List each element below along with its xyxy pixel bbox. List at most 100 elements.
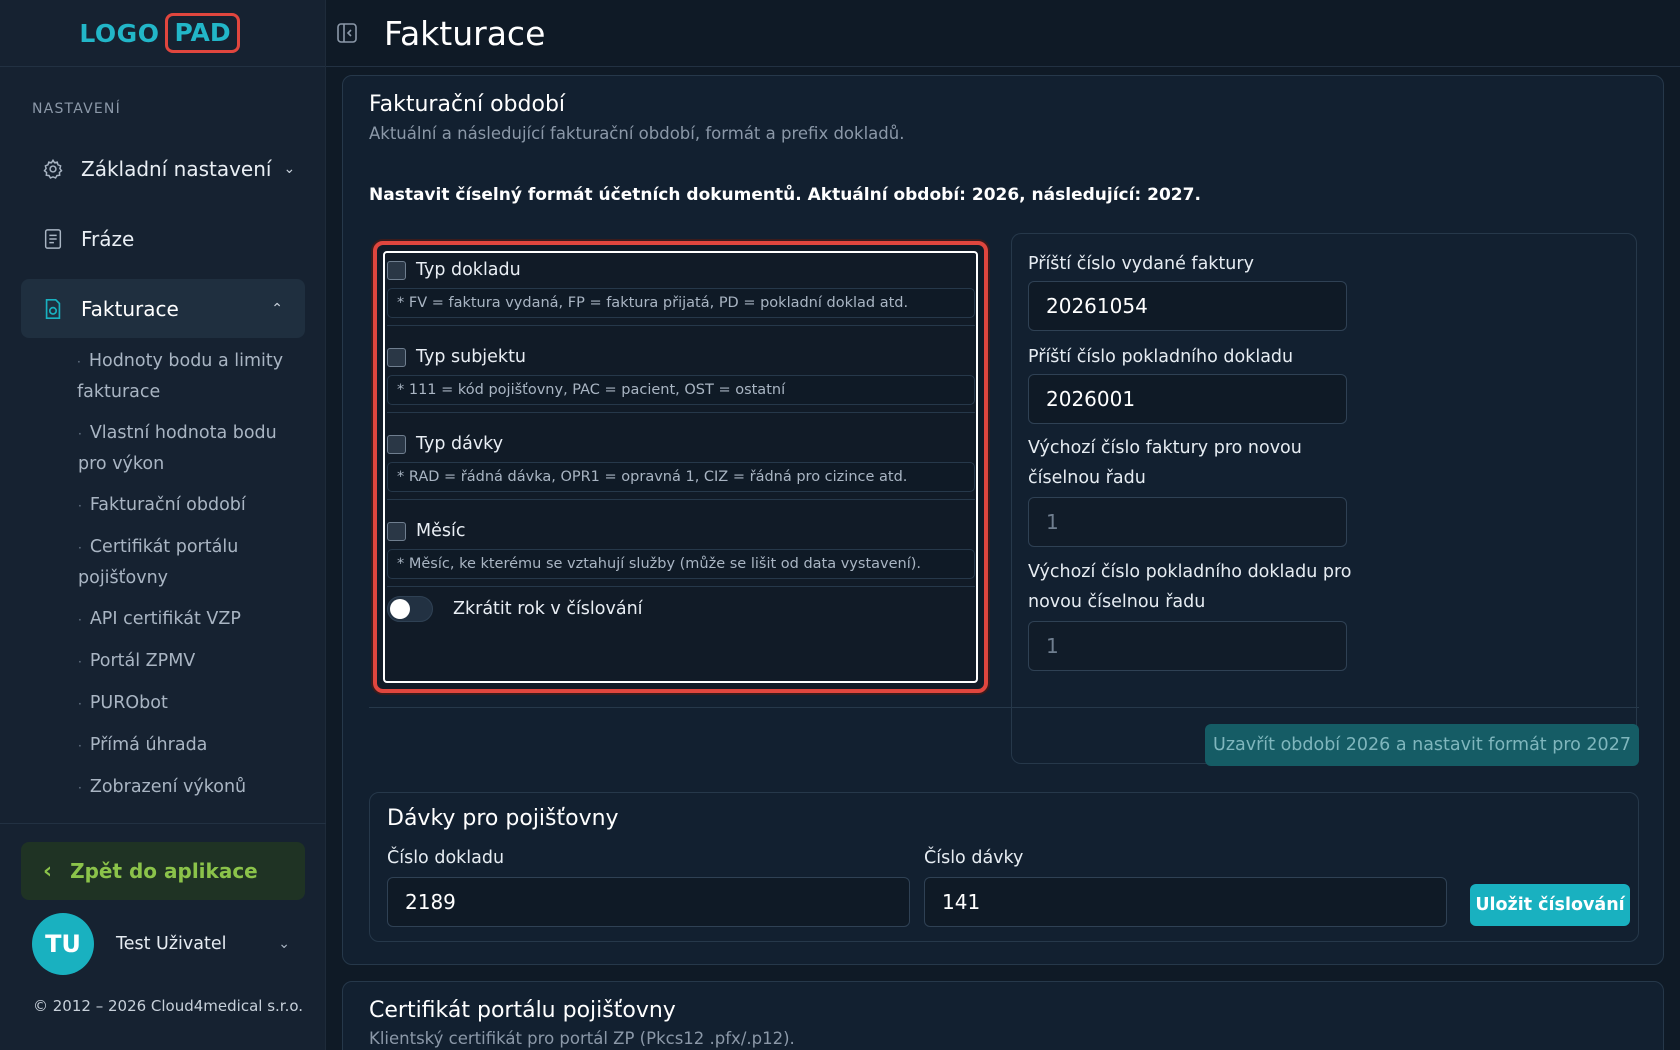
checkbox-batch-type[interactable] [387,434,406,454]
sidebar-divider [0,823,326,824]
sidebar-item-phrases[interactable]: Fráze [21,209,305,268]
option-hint: * 111 = kód pojišťovny, PAC = pacient, O… [387,375,975,405]
sidebar-subitem-procedures-display[interactable]: · Zobrazení výkonů [78,772,308,803]
doc-number-label: Číslo dokladu [387,848,505,868]
option-label: Typ subjektu [416,347,527,367]
shorten-year-toggle[interactable] [387,596,433,622]
option-hint: * RAD = řádná dávka, OPR1 = opravná 1, C… [387,462,975,492]
option-doc-type: Typ dokladu * FV = faktura vydaná, FP = … [387,256,975,318]
next-invoice-label: Příští číslo vydané faktury [1028,254,1254,274]
option-month: Měsíc * Měsíc, ke kterému se vztahují sl… [387,517,975,579]
collapse-sidebar-icon[interactable] [336,22,358,44]
invoice-icon [41,297,65,321]
next-receipt-label: Příští číslo pokladního dokladu [1028,347,1294,367]
batch-number-input[interactable]: 141 [924,877,1447,927]
sidebar-item-basic-settings[interactable]: Základní nastavení ⌄ [21,139,305,198]
insurance-batches-panel: Dávky pro pojišťovny Číslo dokladu 2189 … [369,792,1639,942]
format-options-panel: Typ dokladu * FV = faktura vydaná, FP = … [373,241,988,693]
subitem-label: API certifikát VZP [89,609,241,629]
chevron-down-icon: ⌄ [283,160,296,177]
option-label: Typ dokladu [416,260,521,280]
chevron-up-icon: ⌃ [271,300,283,317]
toggle-label: Zkrátit rok v číslování [453,599,643,619]
back-button-label: Zpět do aplikace [70,859,258,883]
sidebar-subitem-purobot[interactable]: · PURObot [78,688,308,719]
option-label: Typ dávky [416,434,504,454]
card-subtitle: Klientský certifikát pro portál ZP (Pkcs… [369,1029,795,1048]
logo-text-left: LOGO [79,18,160,48]
checkbox-subject-type[interactable] [387,347,406,367]
close-period-button[interactable]: Uzavřít období 2026 a nastavit formát pr… [1205,724,1639,766]
logo[interactable]: LOGO PAD [0,0,325,67]
sidebar-subitem-api-vzp[interactable]: · API certifikát VZP [78,604,308,635]
next-receipt-input[interactable]: 2026001 [1028,374,1347,424]
subitem-label: Vlastní hodnota bodu pro výkon [78,423,277,474]
save-numbering-button[interactable]: Uložit číslování [1470,884,1630,926]
bullet-icon: · [78,739,82,753]
subitem-label: Portál ZPMV [89,651,196,671]
card-title: Fakturační období [369,92,566,117]
sidebar-item-label: Fráze [81,226,135,251]
logo-text-right: PAD [165,13,240,53]
default-receipt-input[interactable]: 1 [1028,621,1347,671]
sidebar: LOGO PAD NASTAVENÍ Základní nastavení ⌄ … [0,0,326,1050]
sidebar-subitem-point-values[interactable]: · Hodnoty bodu a limity fakturace [77,346,308,407]
avatar: TU [32,913,94,975]
divider [387,586,975,587]
sidebar-subitem-billing-period[interactable]: · Fakturační období [78,490,308,521]
default-invoice-label: Výchozí číslo faktury pro novou číselnou… [1028,438,1302,488]
sidebar-submenu: · Hodnoty bodu a limity fakturace · Vlastn… [77,346,308,814]
sidebar-subitem-custom-point-value[interactable]: · Vlastní hodnota bodu pro výkon [78,418,308,479]
default-receipt-label: Výchozí číslo pokladního dokladu pro nov… [1028,562,1352,612]
top-header: Fakturace [326,0,1680,67]
bullet-icon: · [78,613,82,627]
doc-number-input[interactable]: 2189 [387,877,910,927]
sidebar-section-title: NASTAVENÍ [32,101,121,117]
checkbox-doc-type[interactable] [387,260,406,280]
chevron-down-icon: ⌄ [278,936,290,952]
shorten-year-row: Zkrátit rok v číslování [387,596,643,622]
option-batch-type: Typ dávky * RAD = řádná dávka, OPR1 = op… [387,430,975,492]
divider [369,707,1639,708]
page-title: Fakturace [384,13,546,53]
bullet-icon: · [77,355,81,369]
subitem-label: PURObot [89,693,168,713]
bullet-icon: · [78,499,82,513]
toggle-knob [390,599,410,619]
user-menu[interactable]: TU Test Uživatel ⌄ [32,913,302,975]
next-invoice-input[interactable]: 20261054 [1028,281,1347,331]
sidebar-subitem-insurance-certificate[interactable]: · Certifikát portálu pojišťovny [78,532,308,593]
gear-icon [41,157,65,181]
batch-panel-title: Dávky pro pojišťovny [387,806,619,831]
subitem-label: Fakturační období [89,495,246,515]
sidebar-subitem-direct-payment[interactable]: · Přímá úhrada [78,730,308,761]
option-subject-type: Typ subjektu * 111 = kód pojišťovny, PAC… [387,343,975,405]
billing-period-card: Fakturační období Aktuální a následující… [342,75,1664,965]
subitem-label: Certifikát portálu pojišťovny [78,537,239,588]
option-hint: * FV = faktura vydaná, FP = faktura přij… [387,288,975,318]
checkbox-month[interactable] [387,521,406,541]
user-name: Test Uživatel [116,934,227,954]
divider [387,499,975,500]
batch-number-label: Číslo dávky [924,848,1024,868]
numbering-fields-panel: Příští číslo vydané faktury 20261054 Pří… [1011,233,1637,764]
document-icon [41,227,65,251]
bullet-icon: · [78,697,82,711]
bullet-icon: · [78,655,82,669]
subitem-label: Zobrazení výkonů [89,777,247,797]
subitem-label: Přímá úhrada [89,735,208,755]
insurance-certificate-card: Certifikát portálu pojišťovny Klientský … [342,981,1664,1050]
sidebar-item-invoicing[interactable]: Fakturace ⌃ [21,279,305,338]
back-to-app-button[interactable]: ‹ Zpět do aplikace [21,842,305,900]
divider [387,412,975,413]
bullet-icon: · [78,541,82,555]
copyright: © 2012 – 2026 Cloud4medical s.r.o. [33,997,304,1015]
sidebar-item-label: Fakturace [81,296,179,321]
sidebar-item-label: Základní nastavení [81,156,272,181]
chevron-left-icon: ‹ [43,858,53,884]
sidebar-subitem-portal-zpmv[interactable]: · Portál ZPMV [78,646,308,677]
subitem-label: Hodnoty bodu a limity fakturace [77,351,284,402]
option-hint: * Měsíc, ke kterému se vztahují služby (… [387,549,975,579]
card-description: Nastavit číselný formát účetních dokumen… [369,185,1201,205]
default-invoice-input[interactable]: 1 [1028,497,1347,547]
